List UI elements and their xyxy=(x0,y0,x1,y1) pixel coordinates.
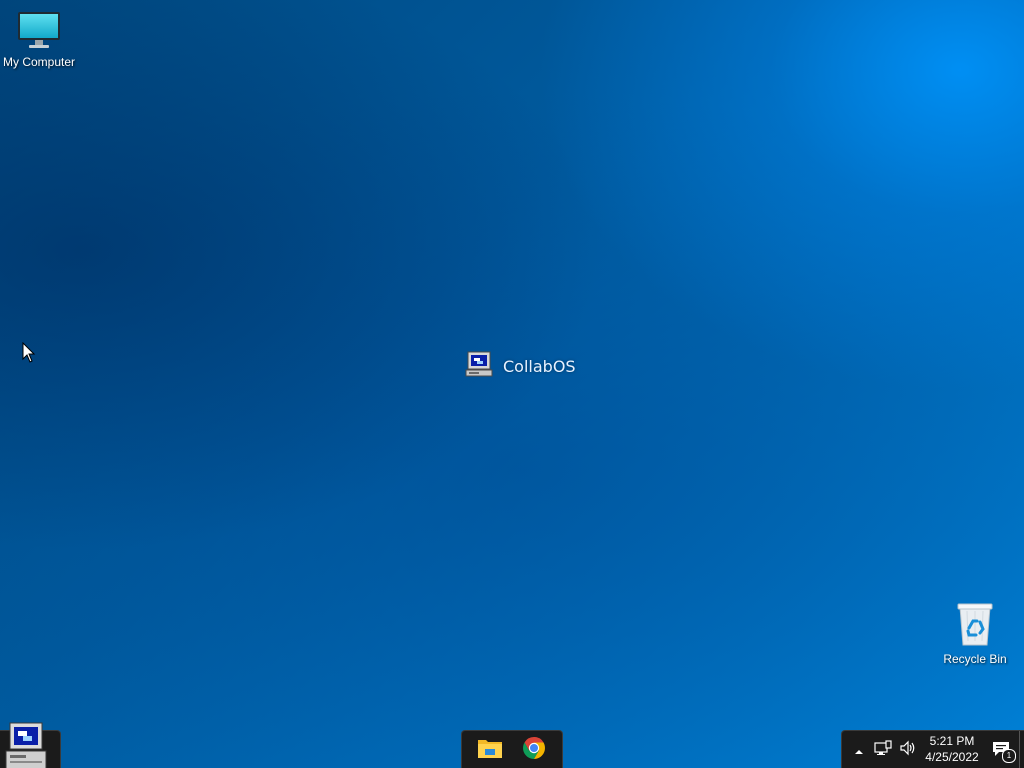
folder-icon xyxy=(477,737,503,763)
notification-count-badge: 1 xyxy=(1002,749,1016,763)
start-button[interactable] xyxy=(4,721,48,768)
start-area xyxy=(0,722,61,768)
desktop[interactable]: My Computer Recycle Bin CollabOS 5:21 PM… xyxy=(0,0,1024,768)
taskbar-apps xyxy=(461,730,563,768)
network-button[interactable] xyxy=(872,731,894,768)
monitor-icon xyxy=(0,10,81,53)
volume-icon xyxy=(899,740,917,760)
clock[interactable]: 5:21 PM 4/25/2022 xyxy=(922,733,982,765)
notification-icon: 1 xyxy=(991,738,1016,763)
notifications-button[interactable]: 1 xyxy=(990,731,1016,768)
file-explorer-button[interactable] xyxy=(471,733,509,767)
network-icon xyxy=(874,740,892,760)
chrome-icon xyxy=(522,736,546,764)
chevron-up-icon xyxy=(854,741,864,760)
my-computer-shortcut[interactable]: My Computer xyxy=(0,10,81,69)
recycle-bin-icon xyxy=(933,601,1017,650)
clock-time: 5:21 PM xyxy=(929,734,975,748)
os-name: CollabOS xyxy=(503,356,576,376)
retro-computer-icon xyxy=(465,350,493,382)
chrome-button[interactable] xyxy=(515,733,553,767)
retro-computer-icon xyxy=(4,722,48,768)
show-hidden-icons-button[interactable] xyxy=(850,731,868,768)
volume-button[interactable] xyxy=(897,731,919,768)
mouse-cursor-icon xyxy=(22,341,36,368)
recycle-bin-label: Recycle Bin xyxy=(943,652,1007,666)
recycle-bin-shortcut[interactable]: Recycle Bin xyxy=(933,601,1017,666)
clock-date: 4/25/2022 xyxy=(925,750,979,764)
os-branding: CollabOS xyxy=(465,351,576,381)
system-tray: 5:21 PM 4/25/2022 1 xyxy=(841,730,1024,768)
my-computer-label: My Computer xyxy=(2,55,76,69)
show-desktop-button[interactable] xyxy=(1019,731,1024,768)
